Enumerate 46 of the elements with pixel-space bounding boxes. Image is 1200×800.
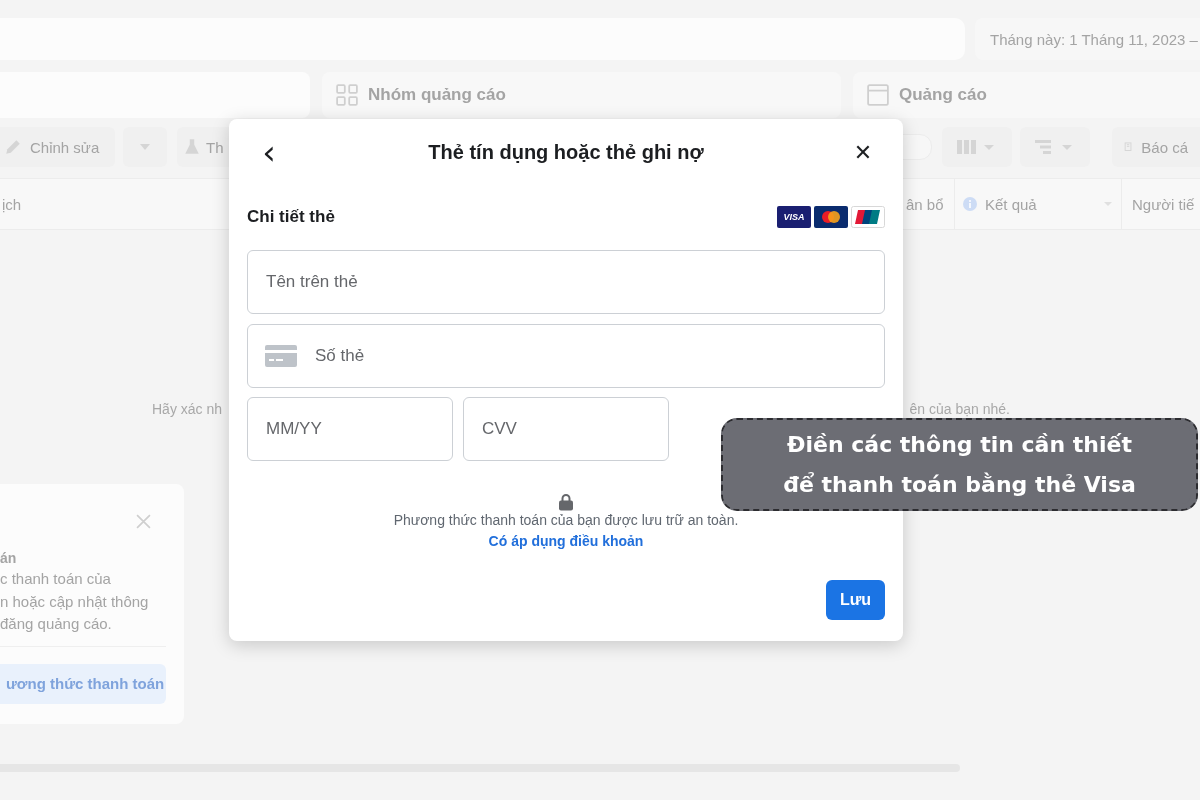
flask-icon [183,138,201,156]
security-notice: Phương thức thanh toán của bạn được lưu trữ an toàn. [393,512,739,528]
lock-icon [559,493,573,511]
save-button[interactable]: Lưu [826,580,885,620]
mastercard-logo [814,206,848,228]
column-header: ịch [1,195,22,213]
empty-message: ên của bạn nhé. [909,401,1010,417]
visa-logo: VISA [777,206,811,228]
card-text: n hoặc cập nhật thông [0,591,150,612]
close-icon[interactable] [136,514,151,529]
level-tab[interactable]: Nhóm quảng cáo [322,72,841,118]
input-field[interactable]: Số thẻ [247,324,885,388]
edit-button[interactable]: Chỉnh sửa [0,127,115,167]
info-icon [963,197,977,211]
breakdown-icon [1035,139,1075,155]
input-field[interactable]: CVV [463,397,669,461]
close-button[interactable]: ✕ [845,134,881,170]
input-field[interactable]: MM/YY [247,397,453,461]
columns-icon [957,139,997,155]
back-button[interactable]: ‹ [251,134,287,170]
card-text: đăng quảng cáo. [0,614,113,634]
column-header: Người tiế [1131,195,1196,213]
level-tab[interactable]: Quảng cáo [853,72,1200,118]
dialog-title: Thẻ tín dụng hoặc thẻ ghi nợ [427,140,705,164]
terms-link[interactable]: Có áp dụng điều khoản [488,533,644,549]
unionpay-logo [851,206,885,228]
grid-icon [336,84,358,106]
column-header: ân bổ [906,195,945,213]
card-title: án [0,550,18,566]
column-header[interactable]: Kết quả [954,179,1122,229]
callout-text: để thanh toán bằng thẻ Visa [783,470,1136,499]
dropdown-button[interactable] [123,127,167,167]
input-field[interactable]: Tên trên thẻ [247,250,885,314]
credit-card-icon [265,345,297,367]
reports-button[interactable]: Báo cá [1112,127,1200,167]
pencil-icon [4,138,22,156]
caret-icon [1103,201,1113,207]
section-title: Chi tiết thẻ [247,207,335,227]
window-icon [867,84,889,106]
callout-text: Điền các thông tin cần thiết [787,430,1132,459]
caret-icon [139,143,151,151]
card-text: c thanh toán của [0,569,112,589]
breakdown-button[interactable] [1020,127,1090,167]
add-payment-button[interactable]: ương thức thanh toán [0,663,166,704]
columns-button[interactable] [942,127,1012,167]
empty-message: Hãy xác nh [152,401,223,417]
